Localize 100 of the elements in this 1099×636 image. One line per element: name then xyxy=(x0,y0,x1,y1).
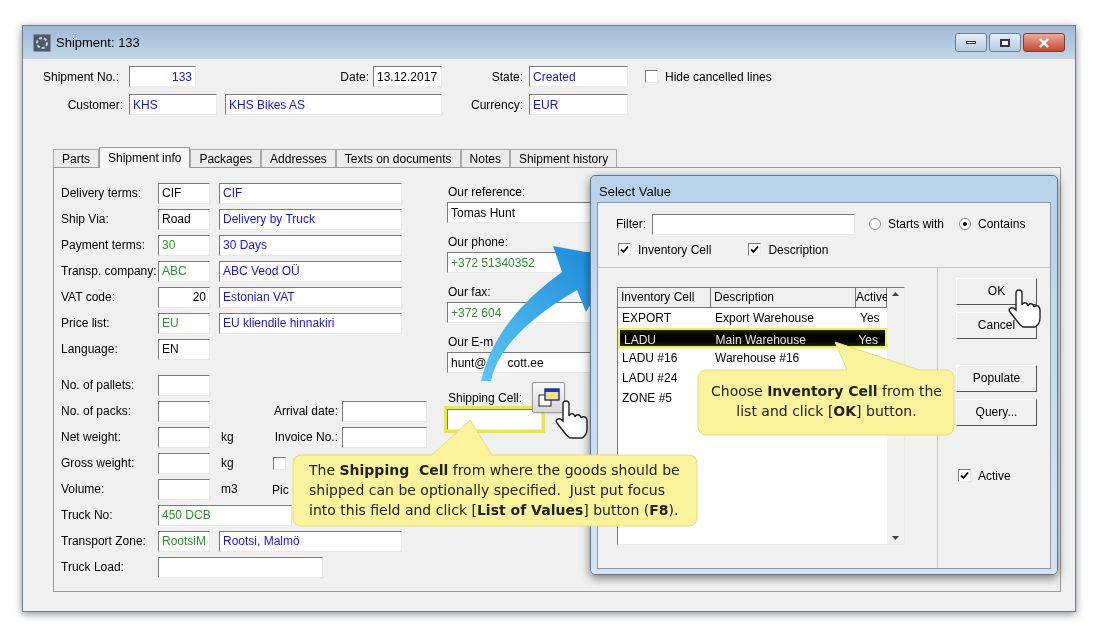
text-field[interactable]: RootsiM xyxy=(158,530,210,552)
checkbox[interactable] xyxy=(748,243,762,256)
minimize-button[interactable] xyxy=(955,33,987,52)
table-cell-text: LADU xyxy=(624,331,656,349)
radio-button[interactable] xyxy=(959,218,971,230)
tab[interactable]: Addresses xyxy=(261,149,336,167)
field-label: Active xyxy=(978,467,1011,485)
text-field[interactable] xyxy=(158,400,210,422)
list-row[interactable]: LADU Main Warehouse Yes xyxy=(618,327,887,348)
tab[interactable]: Notes xyxy=(460,149,510,167)
unit-label: kg xyxy=(221,429,234,446)
checkbox[interactable] xyxy=(273,456,286,470)
dialog-button[interactable]: Populate xyxy=(956,364,1037,392)
list-of-values-button[interactable] xyxy=(532,382,565,413)
tab[interactable]: Texts on documents xyxy=(335,149,461,167)
text-field[interactable]: 133 xyxy=(129,66,196,87)
text-field[interactable]: Tomas Hunt xyxy=(447,202,592,223)
table-cell-text: LADU #16 xyxy=(622,349,678,367)
shipping-cell-field[interactable] xyxy=(447,409,542,430)
table-cell-text: ZONE #5 xyxy=(622,389,672,407)
maximize-button[interactable] xyxy=(989,33,1021,52)
field-value: hunt@ xyxy=(451,354,487,372)
dialog-button[interactable]: OK xyxy=(956,277,1037,305)
field-label: Pic xyxy=(272,483,289,497)
list-row[interactable]: EXPORT Export Warehouse Yes xyxy=(618,307,887,328)
text-field[interactable]: Created xyxy=(529,66,628,87)
text-field[interactable]: Estonian VAT xyxy=(219,286,402,308)
field-label: Truck Load: xyxy=(61,559,124,576)
table-cell-text: Export Warehouse xyxy=(715,309,814,327)
text-field[interactable] xyxy=(158,452,210,474)
column-header[interactable]: Active xyxy=(856,287,887,308)
text-field[interactable]: Rootsi, Malmö xyxy=(219,530,402,552)
window-title: Shipment: 133 xyxy=(56,33,140,52)
checkbox[interactable] xyxy=(618,243,631,256)
table-cell-text: EXPORT xyxy=(622,309,672,327)
field-value: +372 51340352 xyxy=(451,254,535,272)
checkbox[interactable] xyxy=(958,469,971,482)
radio-button[interactable] xyxy=(869,218,881,230)
table-cell-text: LADU #24 xyxy=(622,369,678,387)
field-label: No. of pallets: xyxy=(61,377,135,394)
text-field[interactable]: KHS xyxy=(129,94,217,115)
field-label: Ship Via: xyxy=(61,211,109,228)
text-field[interactable]: 13.12.2017 xyxy=(373,66,442,87)
text-field[interactable]: CIF xyxy=(158,182,210,204)
field-label: Transp. company: xyxy=(61,263,157,280)
field-label: Filter: xyxy=(616,216,646,233)
field-label: Volume: xyxy=(61,481,105,498)
dialog-title: Select Value xyxy=(598,183,673,201)
tab[interactable]: Packages xyxy=(190,149,262,167)
field-label: Starts with xyxy=(888,216,944,233)
text-field[interactable]: 450 DCB xyxy=(158,504,292,526)
text-field[interactable]: 30 Days xyxy=(219,234,402,256)
text-field[interactable]: ABC xyxy=(158,260,210,282)
table-cell-text: Yes xyxy=(858,331,878,349)
text-field[interactable]: 30 xyxy=(158,234,210,256)
filter-field[interactable] xyxy=(652,213,855,235)
field-label: Invoice No.: xyxy=(274,429,338,446)
unit-label: m3 xyxy=(221,481,238,498)
tab[interactable]: Shipment history xyxy=(509,149,618,167)
text-field[interactable]: Road xyxy=(158,208,210,230)
field-label: Date: xyxy=(340,68,369,86)
checkbox-label: Hide cancelled lines xyxy=(665,68,772,86)
text-field[interactable]: Delivery by Truck xyxy=(219,208,402,230)
field-value: +372 604 xyxy=(451,304,502,322)
field-label: Customer: xyxy=(67,96,123,114)
text-field[interactable]: hunt@ cott.ee xyxy=(447,352,592,373)
text-field[interactable] xyxy=(158,556,323,578)
dialog-button[interactable]: Query... xyxy=(956,398,1037,426)
field-value: cott.ee xyxy=(507,354,544,372)
text-field[interactable]: EN xyxy=(158,338,210,360)
windows-icon xyxy=(537,387,560,408)
field-label: Price list: xyxy=(61,315,110,332)
text-field[interactable]: EU kliendile hinnakiri xyxy=(219,312,402,334)
tab[interactable]: Shipment info xyxy=(99,147,191,168)
field-label: Our reference: xyxy=(448,184,527,199)
close-button[interactable] xyxy=(1023,33,1065,52)
text-field[interactable]: ABC Veod OÜ xyxy=(219,260,402,282)
text-field[interactable] xyxy=(158,426,210,448)
text-field[interactable] xyxy=(158,478,210,500)
down-arrow-icon xyxy=(892,535,899,540)
text-field[interactable]: CIF xyxy=(219,182,402,204)
text-field[interactable]: 20 xyxy=(158,286,210,308)
column-header[interactable]: Inventory Cell xyxy=(618,287,711,308)
text-field[interactable]: KHS Bikes AS xyxy=(225,94,442,115)
column-header[interactable]: Description xyxy=(711,287,856,308)
unit-label: kg xyxy=(221,455,234,472)
text-field[interactable]: EU xyxy=(158,312,210,334)
tab[interactable]: Parts xyxy=(53,149,99,167)
table-cell-text: Main Warehouse xyxy=(715,331,806,349)
text-field[interactable] xyxy=(342,426,427,448)
text-field[interactable] xyxy=(342,400,427,422)
text-field[interactable] xyxy=(158,374,210,396)
checkbox[interactable] xyxy=(645,70,658,83)
text-field[interactable]: EUR xyxy=(529,94,628,115)
field-label: Our E-m xyxy=(448,334,495,349)
field-label: Language: xyxy=(61,341,118,358)
table-cell-text: Yes xyxy=(860,309,880,327)
field-label: Net weight: xyxy=(61,429,122,446)
callout-text: The Shipping Cell from where the goods should be shipped can be optionally specified. Just put focus into this field and click [List of Values] button (F8). xyxy=(309,461,681,520)
hand-pointer-icon xyxy=(555,400,589,440)
